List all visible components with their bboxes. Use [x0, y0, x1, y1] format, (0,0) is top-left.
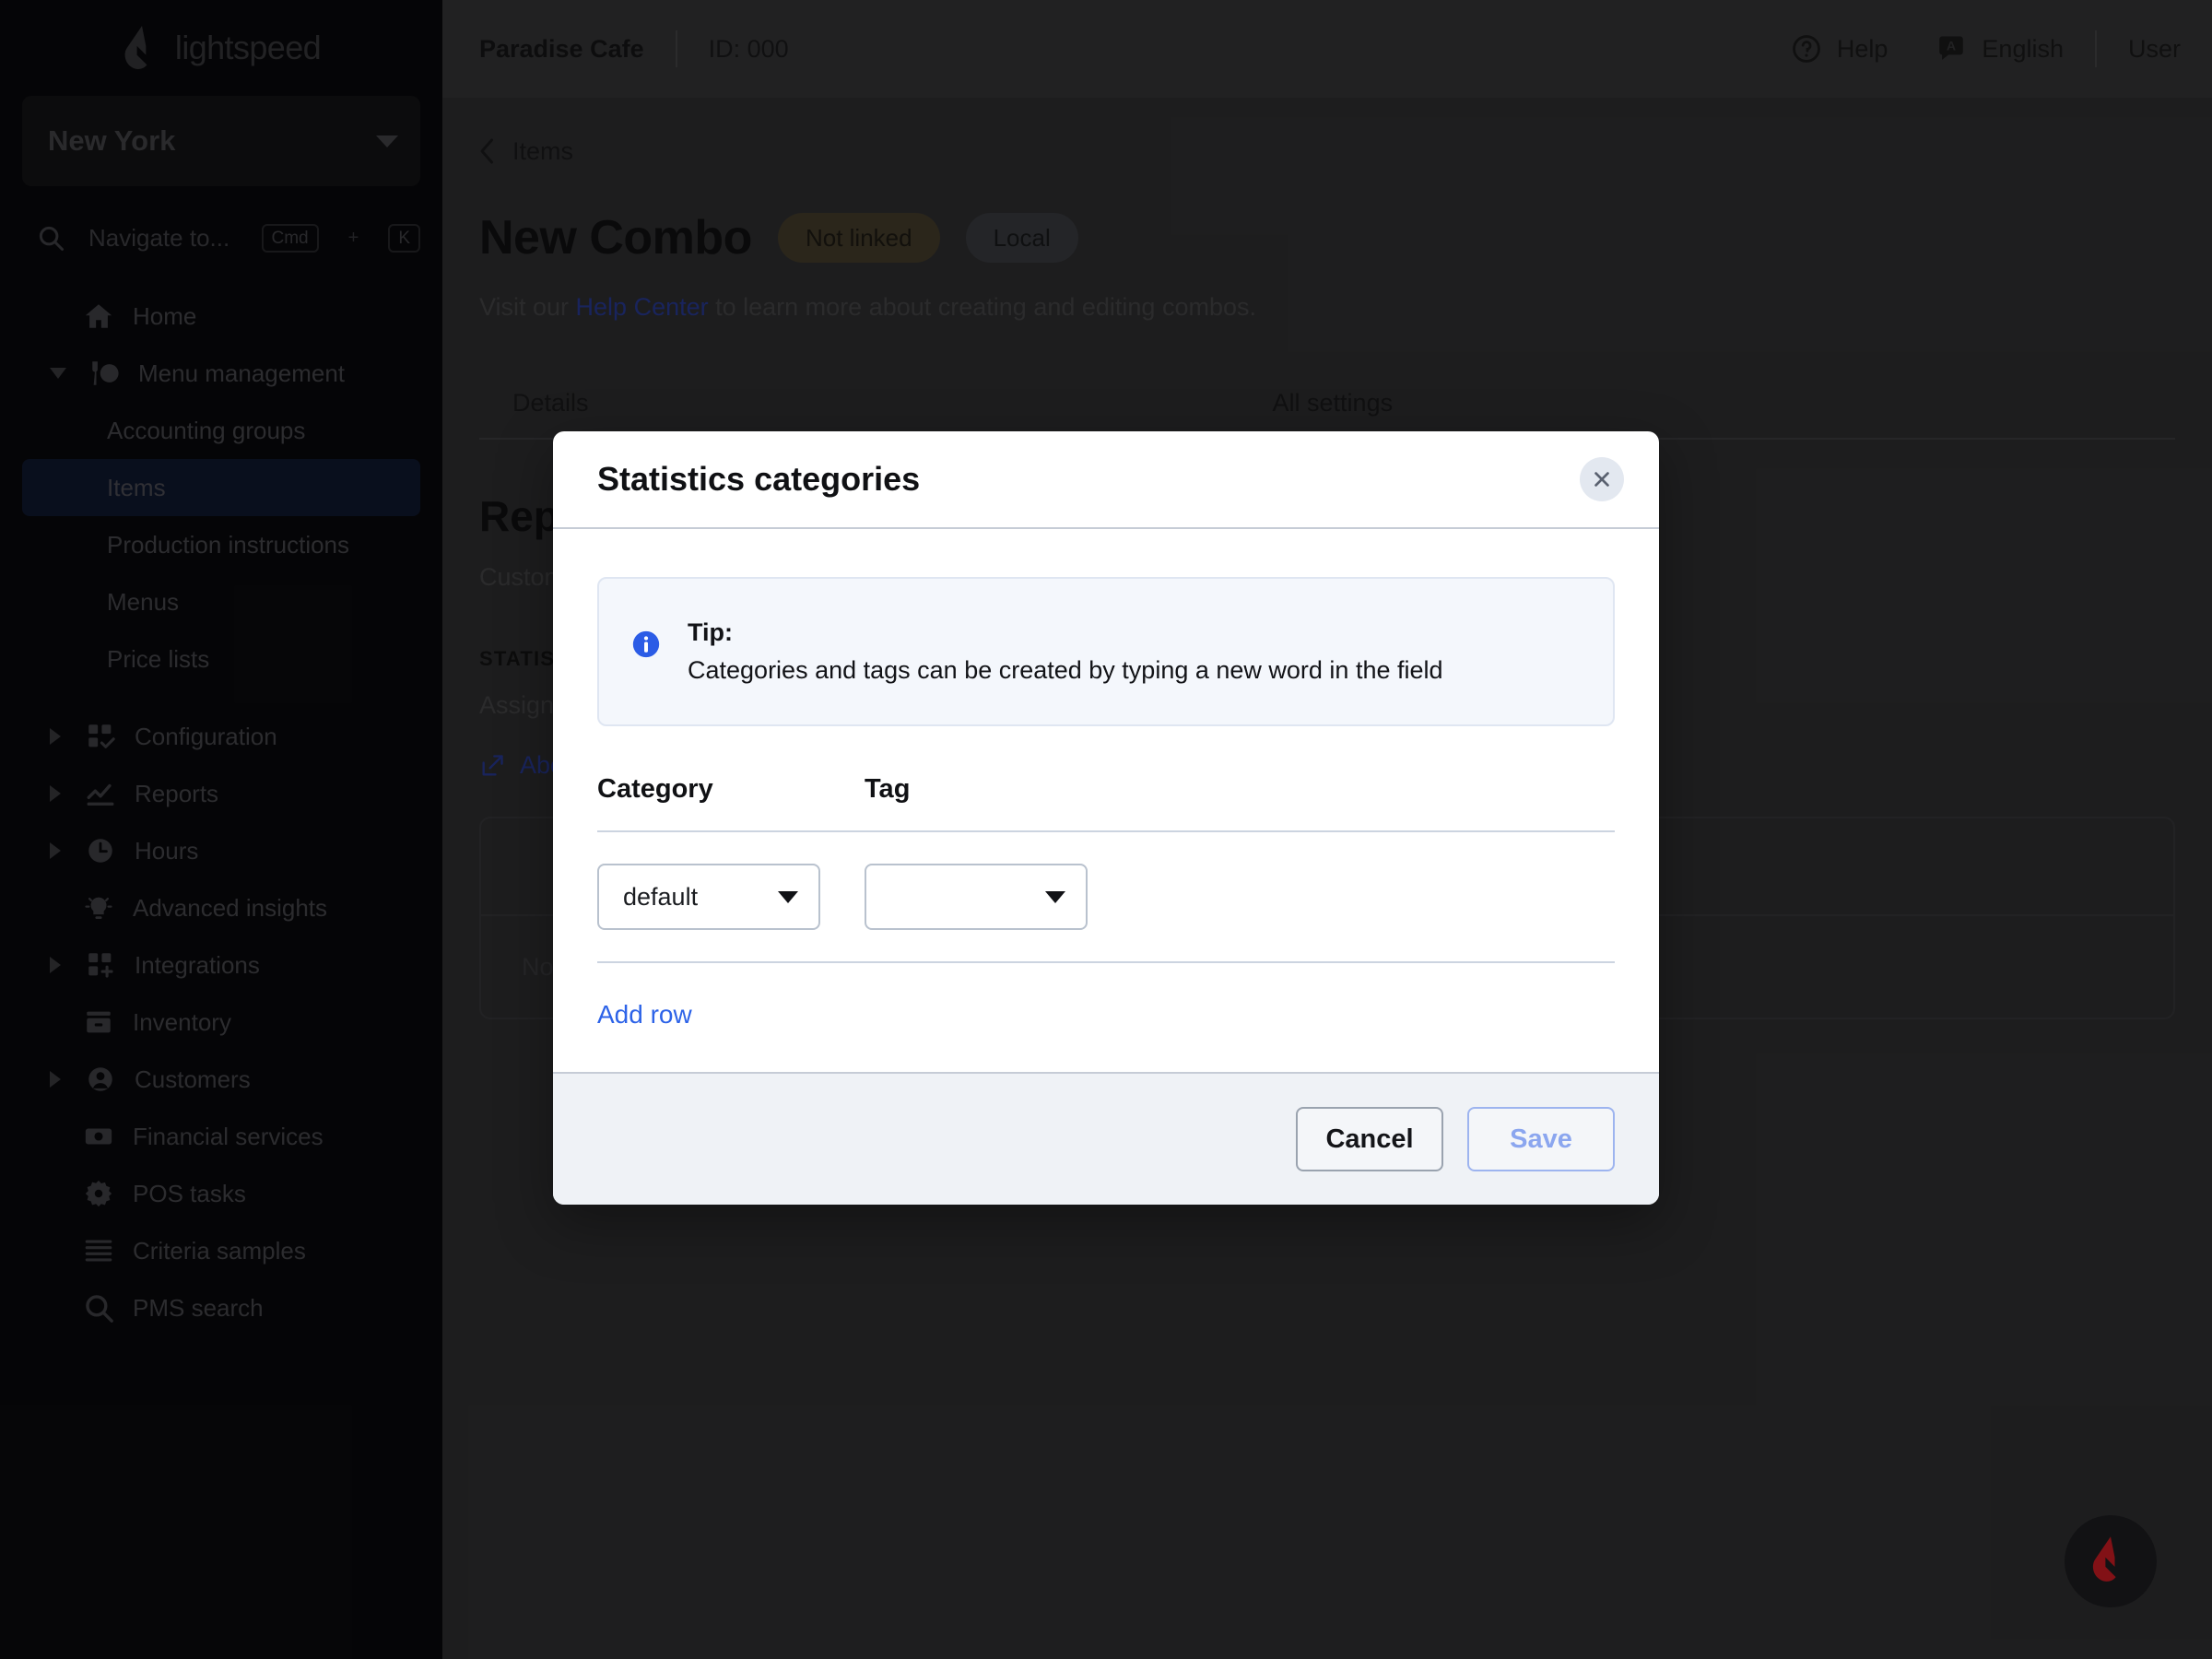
tag-select[interactable] — [865, 864, 1088, 931]
tip-body: Categories and tags can be created by ty… — [688, 656, 1443, 685]
modal-title: Statistics categories — [597, 460, 921, 498]
column-header-category: Category — [597, 774, 713, 805]
modal-footer: Cancel Save — [553, 1072, 1659, 1206]
chevron-down-icon — [778, 890, 798, 903]
category-select[interactable]: default — [597, 864, 820, 931]
chevron-down-icon — [1045, 890, 1065, 903]
info-icon — [630, 629, 662, 660]
column-header-tag: Tag — [865, 774, 911, 805]
category-select-value: default — [623, 882, 699, 911]
cell-tag — [865, 864, 1615, 931]
cell-category: default — [597, 864, 865, 931]
close-icon[interactable] — [1580, 457, 1624, 501]
tip-banner: Tip: Categories and tags can be created … — [597, 577, 1615, 727]
tip-label: Tip: — [688, 618, 733, 646]
table-header: Category Tag — [597, 774, 1615, 833]
modal-header: Statistics categories — [553, 431, 1659, 529]
categories-table: Category Tag default Add row — [597, 774, 1615, 1030]
cancel-button[interactable]: Cancel — [1296, 1107, 1443, 1172]
add-row-button[interactable]: Add row — [597, 1000, 692, 1030]
table-row: default — [597, 832, 1615, 964]
save-button[interactable]: Save — [1467, 1107, 1615, 1172]
statistics-categories-modal: Statistics categories Tip: Categories an… — [553, 431, 1659, 1206]
modal-body: Tip: Categories and tags can be created … — [553, 529, 1659, 1073]
app-root: lightspeed New York Navigate to... Cmd +… — [0, 0, 2212, 1659]
tip-text: Tip: Categories and tags can be created … — [688, 614, 1443, 689]
